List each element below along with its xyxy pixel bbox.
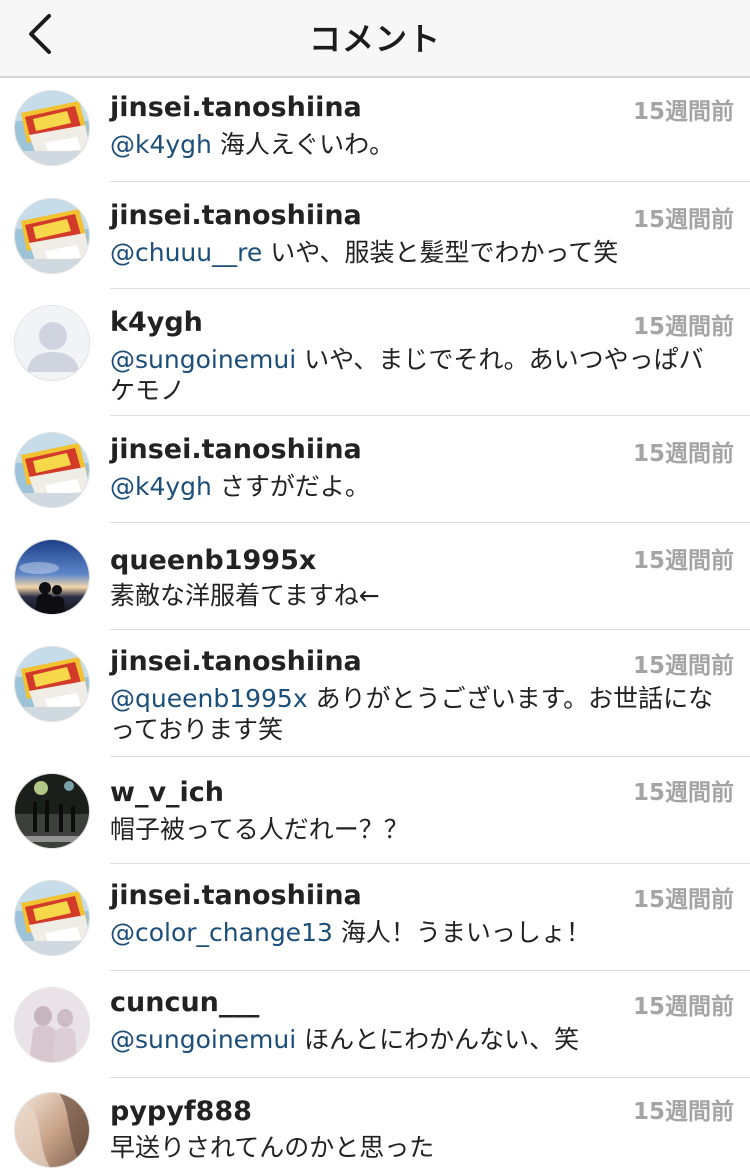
comment-mention[interactable]: @sungoinemui <box>110 1025 296 1054</box>
comment-timestamp: 15週間前 <box>632 780 734 806</box>
comment-text: 素敵な洋服着てますね← <box>110 580 725 611</box>
comment-text: @queenb1995x ありがとうございます。お世話になっております笑 <box>110 683 725 745</box>
comment-item: jinsei.tanoshiina 15週間前 @k4ygh さすがだよ。 <box>0 416 750 523</box>
comment-body: いや、服装と髪型でわかって笑 <box>270 238 619 267</box>
comment-item: queenb1995x 15週間前 素敵な洋服着てますね← <box>0 523 750 630</box>
comment-text: @chuuu__re いや、服装と髪型でわかって笑 <box>110 237 725 268</box>
comment-timestamp: 15週間前 <box>632 99 734 125</box>
comment-username[interactable]: jinsei.tanoshiina <box>110 880 362 911</box>
comment-text: @k4ygh さすがだよ。 <box>110 471 725 502</box>
comment-mention[interactable]: @queenb1995x <box>110 684 308 713</box>
avatar[interactable] <box>14 987 90 1063</box>
comment-username[interactable]: jinsei.tanoshiina <box>110 92 362 123</box>
comment-text: 早送りされてんのかと思った <box>110 1132 725 1163</box>
comment-item: jinsei.tanoshiina 15週間前 @queenb1995x ありが… <box>0 630 750 757</box>
comment-timestamp: 15週間前 <box>632 548 734 574</box>
avatar[interactable] <box>14 305 90 381</box>
comment-body: 素敵な洋服着てますね← <box>110 581 380 610</box>
comment-item: jinsei.tanoshiina 15週間前 @chuuu__re いや、服装… <box>0 182 750 289</box>
comment-username[interactable]: jinsei.tanoshiina <box>110 200 362 231</box>
avatar[interactable] <box>14 880 90 956</box>
comment-timestamp: 15週間前 <box>632 1099 734 1125</box>
avatar[interactable] <box>14 1092 90 1168</box>
comment-body: 帽子被ってる人だれー？？ <box>110 815 409 844</box>
avatar[interactable] <box>14 646 90 722</box>
nav-bar: コメント <box>0 0 750 78</box>
comment-text: 帽子被ってる人だれー？？ <box>110 814 725 845</box>
avatar[interactable] <box>14 198 90 274</box>
comment-username[interactable]: queenb1995x <box>110 545 316 576</box>
comment-mention[interactable]: @sungoinemui <box>110 345 296 374</box>
comment-item: pypyf888 15週間前 早送りされてんのかと思った <box>0 1078 750 1168</box>
comment-timestamp: 15週間前 <box>632 887 734 913</box>
page-title: コメント <box>308 20 441 58</box>
avatar[interactable] <box>14 432 90 508</box>
comment-mention[interactable]: @color_change13 <box>110 918 333 947</box>
comment-item: w_v_ich 15週間前 帽子被ってる人だれー？？ <box>0 757 750 864</box>
comment-timestamp: 15週間前 <box>632 441 734 467</box>
comment-username[interactable]: jinsei.tanoshiina <box>110 434 362 465</box>
comment-timestamp: 15週間前 <box>632 314 734 340</box>
comment-body: さすがだよ。 <box>219 472 370 501</box>
comment-username[interactable]: jinsei.tanoshiina <box>110 646 362 677</box>
comment-mention[interactable]: @chuuu__re <box>110 238 262 267</box>
comment-text: @sungoinemui いや、まじでそれ。あいつやっぱバケモノ <box>110 344 725 406</box>
comment-mention[interactable]: @k4ygh <box>110 130 212 159</box>
comment-username[interactable]: pypyf888 <box>110 1096 252 1127</box>
comment-text: @k4ygh 海人えぐいわ。 <box>110 129 725 160</box>
comments-screen: コメント jinsei.tanoshiina 15週間前 @k4ygh 海人えぐ… <box>0 0 750 1169</box>
comment-body: 早送りされてんのかと思った <box>110 1133 435 1162</box>
comment-item: jinsei.tanoshiina 15週間前 @color_change13 … <box>0 864 750 971</box>
comment-text: @color_change13 海人！うまいっしょ！ <box>110 917 725 948</box>
comment-list[interactable]: jinsei.tanoshiina 15週間前 @k4ygh 海人えぐいわ。 j… <box>0 78 750 1168</box>
comment-username[interactable]: cuncun___ <box>110 987 259 1018</box>
comment-body: 海人！うまいっしょ！ <box>340 918 591 947</box>
comment-timestamp: 15週間前 <box>632 994 734 1020</box>
avatar[interactable] <box>14 773 90 849</box>
comment-mention[interactable]: @k4ygh <box>110 472 212 501</box>
comment-timestamp: 15週間前 <box>632 653 734 679</box>
comment-timestamp: 15週間前 <box>632 207 734 233</box>
comment-item: k4ygh 15週間前 @sungoinemui いや、まじでそれ。あいつやっぱ… <box>0 289 750 416</box>
avatar[interactable] <box>14 90 90 166</box>
comment-body: 海人えぐいわ。 <box>219 130 395 159</box>
comment-username[interactable]: k4ygh <box>110 307 203 338</box>
comment-username[interactable]: w_v_ich <box>110 777 224 808</box>
comment-text: @sungoinemui ほんとにわかんない、笑 <box>110 1024 725 1055</box>
avatar[interactable] <box>14 539 90 615</box>
comment-body: ほんとにわかんない、笑 <box>304 1025 580 1054</box>
comment-item: cuncun___ 15週間前 @sungoinemui ほんとにわかんない、笑 <box>0 971 750 1078</box>
comment-item: jinsei.tanoshiina 15週間前 @k4ygh 海人えぐいわ。 <box>0 78 750 182</box>
